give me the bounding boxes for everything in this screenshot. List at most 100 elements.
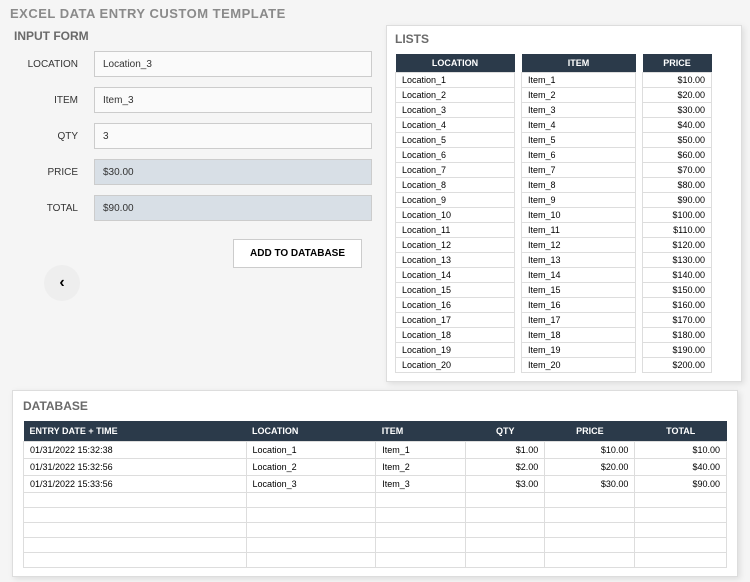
list-row: Location_5 (396, 133, 515, 148)
list-row: Location_20 (396, 358, 515, 373)
db-total-cell: $40.00 (635, 459, 727, 476)
add-to-database-button[interactable]: ADD TO DATABASE (233, 239, 362, 268)
price-cell: $30.00 (643, 103, 712, 118)
item-cell: Item_1 (522, 73, 636, 88)
list-row: Item_5 (522, 133, 636, 148)
list-row: Location_6 (396, 148, 515, 163)
item-cell: Item_2 (522, 88, 636, 103)
list-row: Item_3 (522, 103, 636, 118)
page-title: EXCEL DATA ENTRY CUSTOM TEMPLATE (0, 0, 750, 25)
price-cell: $90.00 (643, 193, 712, 208)
item-cell: Item_15 (522, 283, 636, 298)
location-cell: Location_12 (396, 238, 515, 253)
item-cell: Item_17 (522, 313, 636, 328)
location-cell: Location_16 (396, 298, 515, 313)
list-row: $130.00 (643, 253, 712, 268)
database-title: DATABASE (23, 399, 727, 413)
price-cell: $160.00 (643, 298, 712, 313)
lists-title: LISTS (395, 32, 733, 46)
item-list-table: ITEM Item_1Item_2Item_3Item_4Item_5Item_… (521, 54, 636, 373)
list-row: Item_6 (522, 148, 636, 163)
item-cell: Item_19 (522, 343, 636, 358)
list-row: $170.00 (643, 313, 712, 328)
item-cell: Item_13 (522, 253, 636, 268)
db-qty-cell: $3.00 (466, 476, 545, 493)
db-header: QTY (466, 421, 545, 442)
price-cell: $120.00 (643, 238, 712, 253)
price-cell: $180.00 (643, 328, 712, 343)
total-input[interactable] (94, 195, 372, 221)
prev-button[interactable]: ‹ (44, 265, 80, 301)
database-panel: DATABASE ENTRY DATE + TIMELOCATIONITEMQT… (12, 390, 738, 577)
list-row: $80.00 (643, 178, 712, 193)
list-row: $120.00 (643, 238, 712, 253)
location-cell: Location_15 (396, 283, 515, 298)
list-row: Location_1 (396, 73, 515, 88)
list-row: Location_3 (396, 103, 515, 118)
item-cell: Item_4 (522, 118, 636, 133)
table-row: 01/31/2022 15:33:56Location_3Item_3$3.00… (24, 476, 727, 493)
item-cell: Item_16 (522, 298, 636, 313)
list-row: $40.00 (643, 118, 712, 133)
list-row: Item_14 (522, 268, 636, 283)
list-row: $10.00 (643, 73, 712, 88)
db-item-cell: Item_2 (376, 459, 466, 476)
qty-label: QTY (14, 131, 94, 142)
location-cell: Location_8 (396, 178, 515, 193)
db-header: ENTRY DATE + TIME (24, 421, 247, 442)
location-cell: Location_18 (396, 328, 515, 343)
db-price-cell: $30.00 (545, 476, 635, 493)
price-cell: $50.00 (643, 133, 712, 148)
location-cell: Location_4 (396, 118, 515, 133)
location-cell: Location_14 (396, 268, 515, 283)
db-qty-cell: $1.00 (466, 442, 545, 459)
input-form-panel: INPUT FORM LOCATION ITEM QTY PRICE TOTAL… (8, 25, 378, 382)
db-price-cell: $20.00 (545, 459, 635, 476)
item-cell: Item_9 (522, 193, 636, 208)
price-cell: $150.00 (643, 283, 712, 298)
location-cell: Location_3 (396, 103, 515, 118)
location-cell: Location_7 (396, 163, 515, 178)
list-row: Item_10 (522, 208, 636, 223)
db-location-cell: Location_1 (246, 442, 376, 459)
list-row: Location_17 (396, 313, 515, 328)
lists-panel: LISTS LOCATION Location_1Location_2Locat… (386, 25, 742, 382)
item-input[interactable] (94, 87, 372, 113)
table-row (24, 538, 727, 553)
list-row: $190.00 (643, 343, 712, 358)
list-row: $100.00 (643, 208, 712, 223)
price-cell: $40.00 (643, 118, 712, 133)
list-row: Location_4 (396, 118, 515, 133)
price-input[interactable] (94, 159, 372, 185)
db-location-cell: Location_2 (246, 459, 376, 476)
list-row: Item_16 (522, 298, 636, 313)
location-cell: Location_10 (396, 208, 515, 223)
price-cell: $10.00 (643, 73, 712, 88)
list-row: Item_11 (522, 223, 636, 238)
list-row: Item_2 (522, 88, 636, 103)
location-input[interactable] (94, 51, 372, 77)
input-form-title: INPUT FORM (14, 29, 372, 43)
item-cell: Item_6 (522, 148, 636, 163)
db-qty-cell: $2.00 (466, 459, 545, 476)
list-row: $70.00 (643, 163, 712, 178)
table-row (24, 523, 727, 538)
list-row: Location_19 (396, 343, 515, 358)
qty-input[interactable] (94, 123, 372, 149)
list-row: $180.00 (643, 328, 712, 343)
database-table: ENTRY DATE + TIMELOCATIONITEMQTYPRICETOT… (23, 421, 727, 568)
db-total-cell: $90.00 (635, 476, 727, 493)
location-cell: Location_2 (396, 88, 515, 103)
list-row: Item_17 (522, 313, 636, 328)
list-row: Location_14 (396, 268, 515, 283)
location-list-table: LOCATION Location_1Location_2Location_3L… (395, 54, 515, 373)
list-row: Item_4 (522, 118, 636, 133)
list-row: Item_8 (522, 178, 636, 193)
list-row: $60.00 (643, 148, 712, 163)
item-cell: Item_7 (522, 163, 636, 178)
price-cell: $100.00 (643, 208, 712, 223)
item-cell: Item_20 (522, 358, 636, 373)
location-cell: Location_5 (396, 133, 515, 148)
price-cell: $130.00 (643, 253, 712, 268)
price-cell: $170.00 (643, 313, 712, 328)
